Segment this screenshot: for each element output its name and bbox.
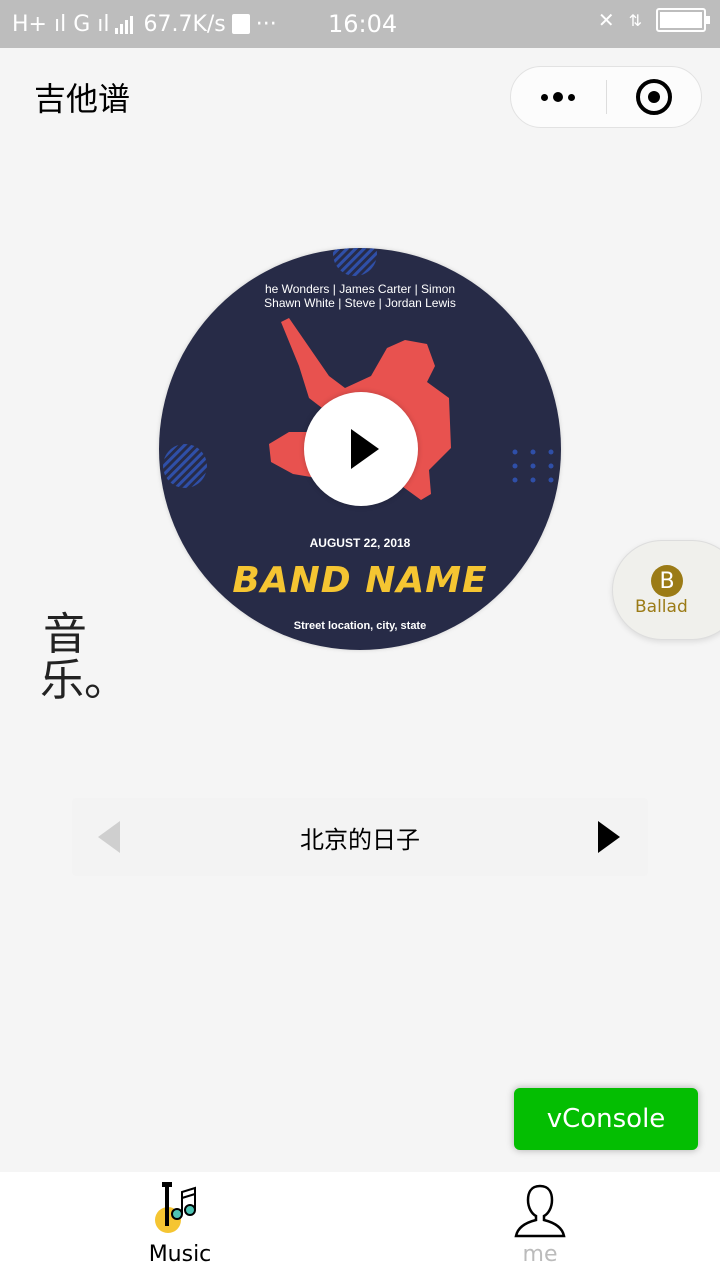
- guitar-music-icon: [155, 1182, 196, 1233]
- mini-program-capsule: [510, 66, 702, 128]
- signal-icon: [115, 14, 134, 34]
- close-button[interactable]: [607, 67, 702, 127]
- event-date: AUGUST 22, 2018: [309, 536, 411, 550]
- tab-me[interactable]: me: [360, 1172, 720, 1280]
- vconsole-button[interactable]: vConsole: [514, 1088, 698, 1150]
- data-arrows-icon: ⇅: [628, 10, 642, 30]
- status-left: H+ ıl G ıl 67.7K/s ···: [12, 12, 277, 37]
- artist-names-line1: he Wonders | James Carter | Simon: [264, 282, 456, 296]
- song-player-bar: 北京的日子: [72, 798, 648, 876]
- battery-icon: [656, 8, 710, 32]
- ballad-label: Ballad: [635, 597, 688, 617]
- target-icon: [635, 79, 672, 115]
- play-icon: [351, 429, 379, 469]
- page-title: 吉他谱: [34, 80, 131, 118]
- play-button[interactable]: [304, 392, 418, 506]
- checkbox-icon: [231, 14, 250, 34]
- tab-music[interactable]: Music: [0, 1172, 360, 1280]
- network-speed: 67.7K/s: [143, 11, 226, 37]
- more-dots-icon[interactable]: [511, 67, 606, 127]
- event-location: Street location, city, state: [293, 620, 427, 632]
- more-notifications: ···: [255, 11, 277, 37]
- battery-fill: [660, 12, 702, 28]
- status-right: ✕ ⇅: [597, 8, 710, 32]
- tab-me-label: me: [522, 1242, 558, 1267]
- ballad-float-button[interactable]: B Ballad: [612, 540, 720, 640]
- next-song-button[interactable]: [598, 821, 620, 853]
- user-icon: [514, 1184, 566, 1238]
- mute-icon: ✕: [597, 8, 615, 32]
- status-time: 16:04: [328, 10, 398, 38]
- tab-bar: Music me: [0, 1172, 720, 1280]
- tab-music-label: Music: [148, 1242, 212, 1267]
- dot-grid: [512, 449, 554, 483]
- status-bar: H+ ıl G ıl 67.7K/s ··· 16:04 ✕ ⇅: [0, 0, 720, 48]
- artist-names-line2: Shawn White | Steve | Jordan Lewis: [264, 296, 456, 310]
- side-music-text: 音乐。: [40, 609, 128, 706]
- band-name: BAND NAME: [232, 560, 488, 601]
- song-title: 北京的日子: [300, 826, 420, 854]
- network-label: H+ ıl G ıl: [12, 11, 110, 37]
- ballad-logo-icon: B: [651, 565, 683, 597]
- artist-names: he Wonders | James Carter | Simon Shawn …: [159, 282, 561, 310]
